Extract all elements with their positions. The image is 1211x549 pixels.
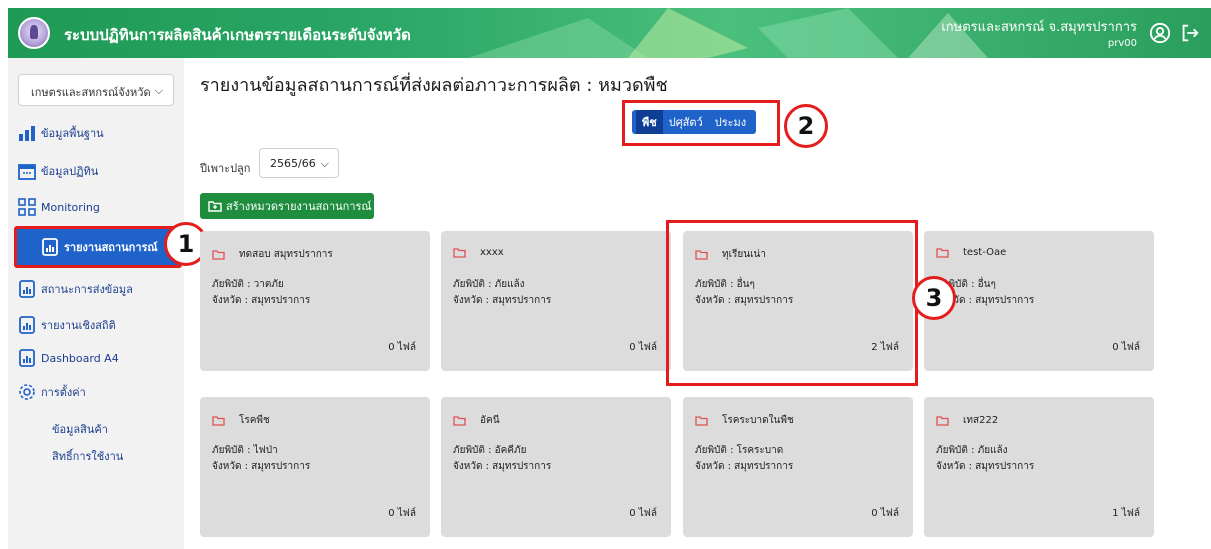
folder-plus-icon bbox=[208, 201, 222, 212]
card-disaster: ภัยพิบัติ : อัคคีภัย bbox=[453, 445, 527, 456]
user-organization: เกษตรและสหกรณ์ จ.สมุทรปราการ bbox=[941, 20, 1137, 35]
report-icon bbox=[19, 280, 35, 298]
header-decoration bbox=[468, 8, 988, 58]
sidebar-item-settings[interactable]: การตั้งค่า bbox=[18, 377, 178, 407]
sidebar-item-label: Monitoring bbox=[41, 200, 100, 214]
report-card[interactable]: โรคระบาดในพืช ภัยพิบัติ : โรคระบาด จังหว… bbox=[683, 397, 913, 537]
card-title: อัคนี bbox=[480, 415, 500, 426]
sidebar-item-label: ข้อมูลปฏิทิน bbox=[41, 165, 99, 178]
report-icon bbox=[42, 238, 58, 256]
sidebar-item-monitoring[interactable]: Monitoring bbox=[18, 192, 178, 222]
report-card[interactable]: โรคพืช ภัยพิบัติ : ไฟป่า จังหวัด : สมุทร… bbox=[200, 397, 430, 537]
sidebar-item-label: การตั้งค่า bbox=[41, 386, 86, 399]
tab-fishery[interactable]: ประมง bbox=[709, 110, 752, 134]
card-file-count: 0 ไฟล์ bbox=[1112, 342, 1140, 353]
card-file-count: 0 ไฟล์ bbox=[388, 508, 416, 519]
card-title: xxxx bbox=[480, 247, 504, 258]
report-card[interactable]: ทดสอบ สมุทรปราการ ภัยพิบัติ : วาตภัย จัง… bbox=[200, 231, 430, 371]
card-province: จังหวัด : สมุทรปราการ bbox=[212, 461, 311, 472]
card-disaster: ภัยพิบัติ : ภัยแล้ง bbox=[936, 445, 1008, 456]
report-card[interactable]: อัคนี ภัยพิบัติ : อัคคีภัย จังหวัด : สมุ… bbox=[441, 397, 671, 537]
folder-icon bbox=[453, 415, 466, 426]
folder-icon bbox=[936, 415, 949, 426]
card-file-count: 0 ไฟล์ bbox=[388, 342, 416, 353]
card-province: จังหวัด : สมุทรปราการ bbox=[936, 461, 1035, 472]
card-file-count: 0 ไฟล์ bbox=[629, 508, 657, 519]
card-disaster: ภัยพิบัติ : วาตภัย bbox=[212, 279, 284, 290]
folder-icon bbox=[212, 415, 225, 426]
card-disaster: ภัยพิบัติ : โรคระบาด bbox=[695, 445, 784, 456]
report-card[interactable]: xxxx ภัยพิบัติ : ภัยแล้ง จังหวัด : สมุทร… bbox=[441, 231, 671, 371]
tab-plant[interactable]: พืช bbox=[636, 110, 663, 134]
app-header: ระบบปฏิทินการผลิตสินค้าเกษตรรายเดือนระดั… bbox=[8, 8, 1211, 58]
season-label: ปีเพาะปลูก bbox=[200, 162, 251, 175]
province-logo bbox=[18, 17, 50, 49]
folder-icon bbox=[453, 247, 466, 258]
season-select-value: 2565/66 bbox=[270, 157, 316, 170]
card-title: ทดสอบ สมุทรปราการ bbox=[239, 249, 333, 260]
category-tabs: พืช ปศุสัตว์ ประมง bbox=[632, 110, 757, 134]
calendar-icon bbox=[18, 164, 36, 180]
card-title: โรคระบาดในพืช bbox=[722, 415, 794, 426]
user-id: prv00 bbox=[1107, 38, 1137, 49]
chevron-down-icon: ⌵ bbox=[154, 84, 163, 97]
sidebar-item-calendar[interactable]: ข้อมูลปฏิทิน bbox=[18, 156, 178, 186]
card-title: โรคพืช bbox=[239, 415, 270, 426]
folder-icon bbox=[212, 249, 225, 260]
card-province: จังหวัด : สมุทรปราการ bbox=[212, 295, 311, 306]
sidebar-item-submission-status[interactable]: สถานะการส่งข้อมูล bbox=[18, 274, 178, 304]
bar-chart-icon bbox=[19, 126, 35, 141]
folder-icon bbox=[936, 247, 949, 258]
chevron-down-icon: ⌵ bbox=[320, 157, 329, 170]
folder-icon bbox=[695, 415, 708, 426]
card-file-count: 1 ไฟล์ bbox=[1112, 508, 1140, 519]
create-report-category-button[interactable]: สร้างหมวดรายงานสถานการณ์ bbox=[200, 193, 374, 219]
sidebar-item-dashboard-a4[interactable]: Dashboard A4 bbox=[18, 343, 178, 373]
app-title: ระบบปฏิทินการผลิตสินค้าเกษตรรายเดือนระดั… bbox=[64, 26, 411, 44]
province-select-value: เกษตรและสหกรณ์จังหวัด bbox=[31, 86, 151, 99]
card-province: จังหวัด : สมุทรปราการ bbox=[695, 461, 794, 472]
sidebar-item-label: รายงานเชิงสถิติ bbox=[41, 319, 116, 332]
sidebar-item-statistics-report[interactable]: รายงานเชิงสถิติ bbox=[18, 310, 178, 340]
create-button-label: สร้างหมวดรายงานสถานการณ์ bbox=[226, 200, 372, 213]
card-title: test-Oae bbox=[963, 247, 1007, 258]
sidebar-item-label: ข้อมูลพื้นฐาน bbox=[41, 127, 104, 140]
card-province: จังหวัด : สมุทรปราการ bbox=[453, 461, 552, 472]
tab-livestock[interactable]: ปศุสัตว์ bbox=[663, 110, 709, 134]
card-highlight-box bbox=[666, 220, 918, 386]
page-title: รายงานข้อมูลสถานการณ์ที่ส่งผลต่อภาวะการผ… bbox=[200, 75, 668, 96]
report-icon bbox=[19, 349, 35, 367]
sidebar-subitem-permissions[interactable]: สิทธิ์การใช้งาน bbox=[52, 447, 123, 465]
report-icon bbox=[19, 316, 35, 334]
sidebar-item-label: รายงานสถานการณ์ bbox=[64, 241, 158, 254]
card-title: เทส222 bbox=[963, 415, 999, 426]
card-file-count: 0 ไฟล์ bbox=[629, 342, 657, 353]
logout-icon[interactable] bbox=[1179, 22, 1201, 44]
card-disaster: ภัยพิบัติ : ไฟป่า bbox=[212, 445, 278, 456]
sidebar-item-label: Dashboard A4 bbox=[41, 351, 119, 365]
sidebar-item-situation-report[interactable]: รายงานสถานการณ์ bbox=[14, 226, 182, 268]
user-circle-icon[interactable] bbox=[1149, 22, 1171, 44]
report-card[interactable]: เทส222 ภัยพิบัติ : ภัยแล้ง จังหวัด : สมุ… bbox=[924, 397, 1154, 537]
sidebar-item-label: สถานะการส่งข้อมูล bbox=[41, 283, 133, 296]
sidebar: เกษตรและสหกรณ์จังหวัด ⌵ ข้อมูลพื้นฐาน ข้… bbox=[8, 58, 184, 549]
card-province: จังหวัด : สมุทรปราการ bbox=[453, 295, 552, 306]
gear-icon bbox=[19, 384, 35, 400]
card-disaster: ภัยพิบัติ : ภัยแล้ง bbox=[453, 279, 525, 290]
grid-icon bbox=[18, 198, 36, 216]
sidebar-subitem-products[interactable]: ข้อมูลสินค้า bbox=[52, 420, 108, 438]
callout-3: 3 bbox=[912, 276, 956, 320]
season-select[interactable]: 2565/66 ⌵ bbox=[259, 148, 339, 178]
report-card[interactable]: test-Oae ภัยพิบัติ : อื่นๆ จังหวัด : สมุ… bbox=[924, 231, 1154, 371]
callout-2: 2 bbox=[784, 104, 828, 148]
sidebar-item-basic-data[interactable]: ข้อมูลพื้นฐาน bbox=[18, 118, 178, 148]
province-select[interactable]: เกษตรและสหกรณ์จังหวัด ⌵ bbox=[18, 74, 174, 106]
card-file-count: 0 ไฟล์ bbox=[871, 508, 899, 519]
